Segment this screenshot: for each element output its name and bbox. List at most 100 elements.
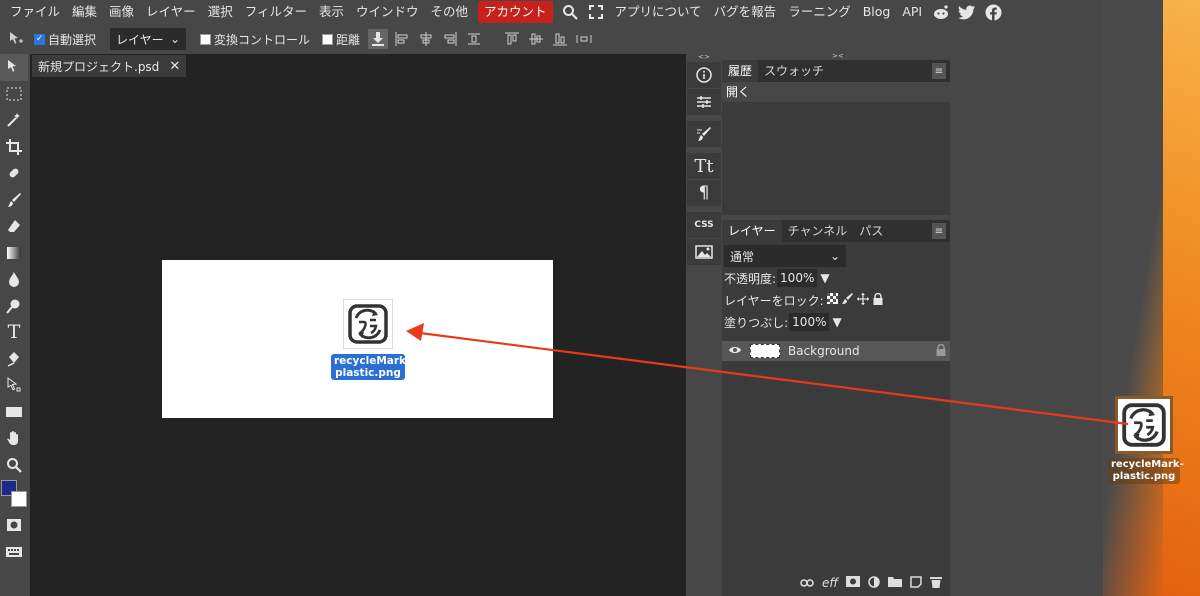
pen-tool-icon[interactable] <box>0 346 28 373</box>
info-icon[interactable] <box>687 62 721 88</box>
color-swatches-icon[interactable] <box>0 478 28 512</box>
effects-icon[interactable]: eff <box>822 576 838 590</box>
transform-controls-checkbox[interactable]: 変換コントロール <box>200 31 310 48</box>
new-layer-icon[interactable] <box>910 575 922 591</box>
dragged-file[interactable]: recycleMark-plastic.png <box>328 299 410 380</box>
panel-icons-column: <> Tt ¶ CSS <box>686 54 722 596</box>
healing-brush-icon[interactable] <box>0 160 28 187</box>
distribute-h-icon[interactable] <box>464 29 484 49</box>
character-icon[interactable]: Tt <box>687 153 721 179</box>
menu-layer[interactable]: レイヤー <box>140 1 202 23</box>
brush-settings-icon[interactable] <box>687 121 721 147</box>
background-color-swatch[interactable] <box>11 491 27 507</box>
dragged-file-name: recycleMark-plastic.png <box>331 354 410 380</box>
crop-tool-icon[interactable] <box>0 134 28 161</box>
tab-swatches[interactable]: スウォッチ <box>758 60 830 82</box>
download-icon[interactable] <box>368 29 389 49</box>
lock-transparency-icon[interactable] <box>826 293 838 307</box>
lock-pixels-icon[interactable] <box>841 293 853 307</box>
menu-edit[interactable]: 編集 <box>66 1 103 23</box>
collapse-arrows-icon[interactable]: >< <box>832 52 844 60</box>
tab-layers[interactable]: レイヤー <box>722 220 782 242</box>
quick-mask-icon[interactable] <box>0 512 28 539</box>
close-icon[interactable]: ✕ <box>169 59 180 74</box>
eye-icon[interactable] <box>728 344 742 358</box>
fullscreen-icon[interactable] <box>585 1 607 23</box>
twitter-icon[interactable] <box>956 1 978 23</box>
gradient-tool-icon[interactable] <box>0 240 28 267</box>
menu-window[interactable]: ウインドウ <box>350 1 425 23</box>
align-top-icon[interactable] <box>502 29 522 49</box>
menu-api[interactable]: API <box>896 1 928 23</box>
adjustment-icon[interactable] <box>868 575 880 591</box>
mask-icon[interactable] <box>846 576 860 590</box>
menu-filter[interactable]: フィルター <box>239 1 313 23</box>
menu-about[interactable]: アプリについて <box>609 1 708 23</box>
layers-panel-tabs: レイヤー チャンネル パス ≡ <box>722 220 950 242</box>
tab-channels[interactable]: チャンネル <box>782 220 854 242</box>
menu-report-bug[interactable]: バグを報告 <box>708 1 783 23</box>
menu-learning[interactable]: ラーニング <box>782 1 857 23</box>
facebook-icon[interactable] <box>982 1 1004 23</box>
shape-tool-icon[interactable] <box>0 399 28 426</box>
menu-blog[interactable]: Blog <box>857 1 897 23</box>
keyboard-icon[interactable] <box>0 539 28 566</box>
lock-all-icon[interactable] <box>873 292 883 308</box>
path-select-icon[interactable] <box>0 372 28 399</box>
move-tool-icon[interactable] <box>6 29 26 49</box>
align-left-icon[interactable] <box>392 29 412 49</box>
align-bottom-icon[interactable] <box>550 29 570 49</box>
recycle-plastic-icon <box>348 304 388 344</box>
trash-icon[interactable] <box>930 576 942 591</box>
auto-select-checkbox[interactable]: ✓ 自動選択 <box>34 31 96 48</box>
checkbox-unchecked-icon <box>322 33 334 45</box>
desktop-file[interactable]: recycleMark-plastic.png <box>1103 396 1189 484</box>
lock-position-icon[interactable] <box>856 292 869 308</box>
folder-icon[interactable] <box>888 576 902 590</box>
layer-row[interactable]: Background <box>722 341 950 361</box>
collapse-arrows-icon[interactable]: <> <box>686 54 722 61</box>
align-right-icon[interactable] <box>440 29 460 49</box>
caret-down-icon[interactable]: ▼ <box>820 271 829 285</box>
menu-file[interactable]: ファイル <box>4 1 66 23</box>
dodge-tool-icon[interactable] <box>0 293 28 320</box>
adjustments-icon[interactable] <box>687 89 721 115</box>
desktop-background: recycleMark-plastic.png <box>1103 0 1200 596</box>
type-tool-icon[interactable]: T <box>0 319 28 346</box>
chevron-down-icon: ⌄ <box>829 249 840 263</box>
align-center-h-icon[interactable] <box>416 29 436 49</box>
distribute-v-icon[interactable] <box>574 29 594 49</box>
reddit-icon[interactable] <box>930 1 952 23</box>
css-icon[interactable]: CSS <box>687 212 721 238</box>
menu-image[interactable]: 画像 <box>103 1 140 23</box>
opacity-input[interactable]: 100% <box>777 269 818 287</box>
fill-input[interactable]: 100% <box>789 313 830 331</box>
image-icon[interactable] <box>687 239 721 265</box>
panel-menu-icon[interactable]: ≡ <box>932 63 946 79</box>
blend-mode-dropdown[interactable]: 通常 ⌄ <box>724 245 846 267</box>
brush-tool-icon[interactable] <box>0 187 28 214</box>
magic-wand-icon[interactable] <box>0 107 28 134</box>
caret-down-icon[interactable]: ▼ <box>832 315 841 329</box>
menu-view[interactable]: 表示 <box>313 1 350 23</box>
distance-checkbox[interactable]: 距離 <box>322 31 360 48</box>
document-tab[interactable]: 新規プロジェクト.psd ✕ <box>32 55 187 77</box>
zoom-tool-icon[interactable] <box>0 452 28 479</box>
panel-menu-icon[interactable]: ≡ <box>932 223 946 239</box>
align-middle-v-icon[interactable] <box>526 29 546 49</box>
auto-select-target-dropdown[interactable]: レイヤー ⌄ <box>110 28 187 50</box>
eraser-tool-icon[interactable] <box>0 213 28 240</box>
blur-tool-icon[interactable] <box>0 266 28 293</box>
menu-more[interactable]: その他 <box>425 1 475 23</box>
paragraph-icon[interactable]: ¶ <box>687 180 721 206</box>
link-icon[interactable] <box>800 576 814 590</box>
move-tool-icon[interactable] <box>0 54 28 81</box>
history-item[interactable]: 開く <box>722 82 950 102</box>
search-icon[interactable] <box>559 1 581 23</box>
menu-select[interactable]: 選択 <box>202 1 239 23</box>
menu-account[interactable]: アカウント <box>478 1 553 23</box>
tab-history[interactable]: 履歴 <box>722 60 759 82</box>
tab-paths[interactable]: パス <box>853 220 889 242</box>
hand-tool-icon[interactable] <box>0 425 28 452</box>
marquee-tool-icon[interactable] <box>0 81 28 108</box>
